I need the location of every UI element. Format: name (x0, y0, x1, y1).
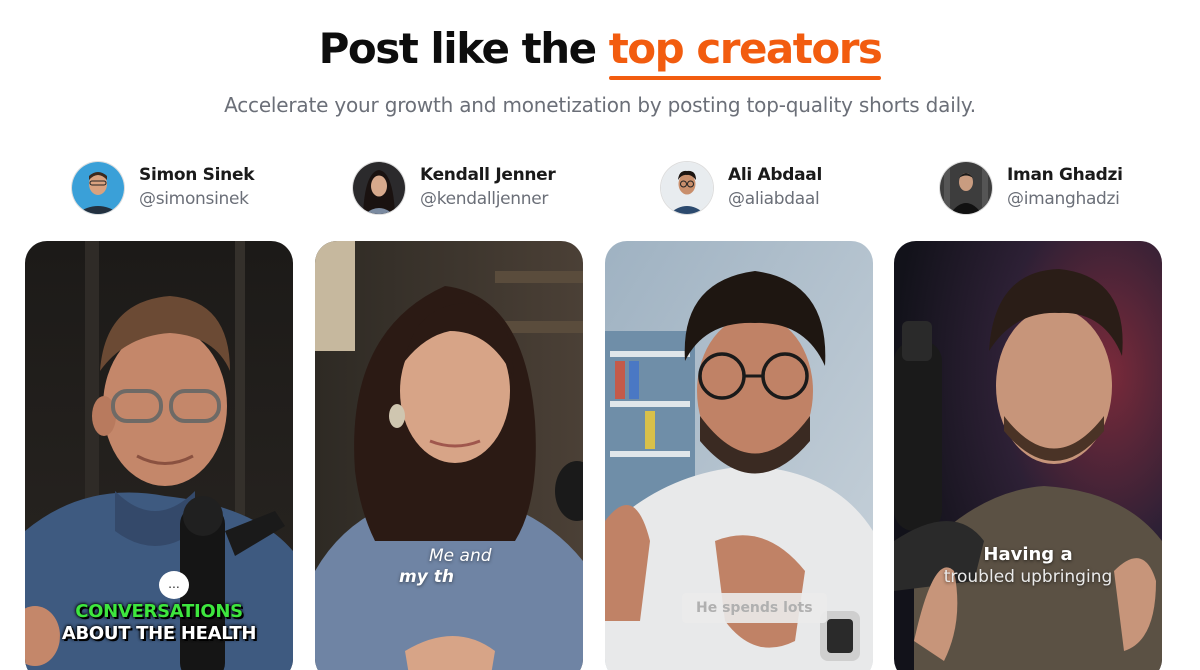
video-card-iman-ghadzi[interactable]: Having a troubled upbringing (894, 241, 1162, 670)
creator-name: Iman Ghadzi (1007, 165, 1123, 185)
avatar (940, 162, 992, 214)
video-thumbnail (894, 241, 1162, 670)
page-title: Post like the top creators (0, 24, 1200, 80)
avatar (353, 162, 405, 214)
avatar (72, 162, 124, 214)
creator-ali-abdaal[interactable]: Ali Abdaal @aliabdaal (661, 160, 822, 216)
video-caption: CONVERSATIONS ABOUT THE HEALTH (61, 601, 257, 644)
creator-simon-sinek[interactable]: Simon Sinek @simonsinek (72, 160, 255, 216)
title-accent: top creators (608, 24, 883, 80)
creator-handle: @simonsinek (139, 189, 249, 209)
creator-iman-ghadzi[interactable]: Iman Ghadzi @imanghadzi (940, 160, 1123, 216)
creator-name: Kendall Jenner (420, 165, 556, 185)
creator-name: Ali Abdaal (728, 165, 822, 185)
title-prefix: Post like the (318, 24, 598, 73)
creator-handle: @kendalljenner (420, 189, 549, 209)
video-card-simon-sinek[interactable]: ... CONVERSATIONS ABOUT THE HEALTH (25, 241, 293, 670)
video-card-ali-abdaal[interactable]: He spends lots (605, 241, 873, 670)
video-caption: Me and my th (399, 546, 492, 587)
video-caption: Having a troubled upbringing (943, 544, 1113, 587)
avatar (661, 162, 713, 214)
video-caption: He spends lots (682, 593, 827, 623)
page-subtitle: Accelerate your growth and monetization … (224, 93, 976, 117)
video-thumbnail (315, 241, 583, 670)
title-underline (608, 76, 882, 80)
video-card-kendall-jenner[interactable]: Me and my th (315, 241, 583, 670)
creator-handle: @imanghadzi (1007, 189, 1120, 209)
creator-kendall-jenner[interactable]: Kendall Jenner @kendalljenner (353, 160, 556, 216)
chat-bubble-icon: ... (159, 571, 189, 599)
creator-name: Simon Sinek (139, 165, 255, 185)
creator-handle: @aliabdaal (728, 189, 820, 209)
